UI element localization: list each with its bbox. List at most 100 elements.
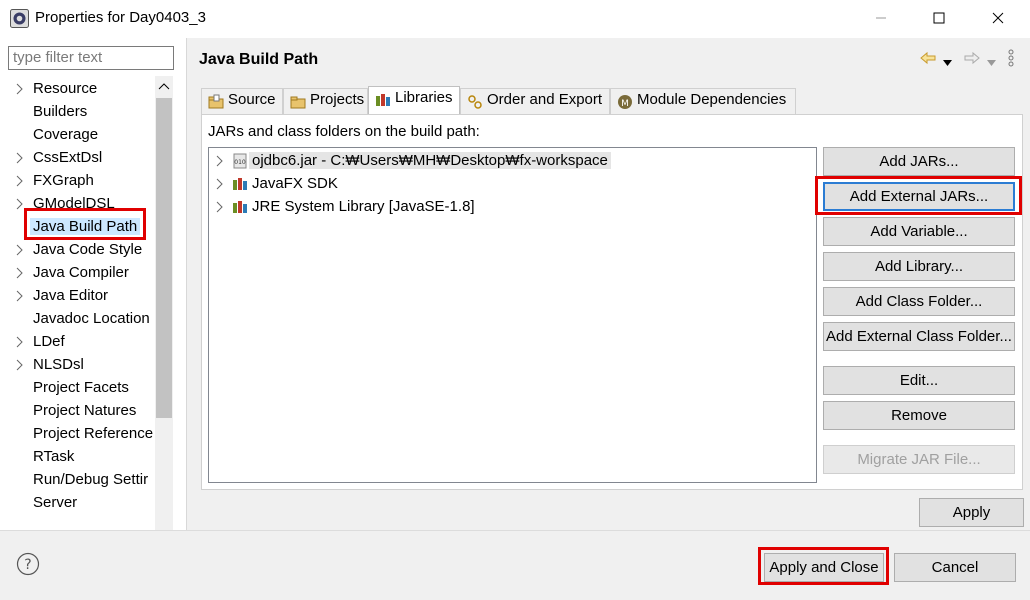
sidebar-item-label: Run/Debug Settir: [33, 471, 149, 488]
add-library-button[interactable]: Add Library...: [823, 252, 1015, 281]
sidebar-item-ldef[interactable]: LDef: [8, 331, 155, 354]
library-item-jre-system-library[interactable]: JRE System Library [JavaSE-1.8]: [209, 196, 809, 218]
cancel-button[interactable]: Cancel: [894, 553, 1016, 582]
property-page-tree: Resource Builders Coverage CssExtDsl FXG…: [8, 76, 155, 508]
sidebar-item-java-code-style[interactable]: Java Code Style: [8, 239, 155, 262]
apply-and-close-button[interactable]: Apply and Close: [764, 553, 884, 582]
sidebar-item-project-reference[interactable]: Project Reference: [8, 423, 155, 446]
sidebar-item-project-facets[interactable]: Project Facets: [8, 377, 155, 400]
chevron-right-icon[interactable]: [14, 358, 26, 372]
sidebar-item-nlsdsl[interactable]: NLSDsl: [8, 354, 155, 377]
tab-module-dependencies[interactable]: M Module Dependencies: [610, 88, 796, 114]
libraries-panel: JARs and class folders on the build path…: [201, 114, 1023, 490]
tab-label: Order and Export: [487, 91, 603, 108]
svg-text:?: ?: [24, 557, 31, 573]
back-dropdown-icon[interactable]: [943, 54, 953, 71]
sidebar-vertical-scrollbar[interactable]: [155, 76, 173, 546]
sidebar-item-label: Java Compiler: [33, 264, 129, 281]
close-button[interactable]: [975, 0, 1021, 38]
tab-label: Source: [228, 91, 276, 108]
chevron-right-icon[interactable]: [14, 174, 26, 188]
sidebar-item-fxgraph[interactable]: FXGraph: [8, 170, 155, 193]
maximize-button[interactable]: [916, 0, 962, 38]
chevron-up-icon[interactable]: [156, 78, 172, 94]
add-jars-button[interactable]: Add JARs...: [823, 147, 1015, 176]
sidebar-item-label: Server: [33, 494, 78, 508]
chevron-right-icon[interactable]: [14, 243, 26, 257]
sidebar-item-label: Javadoc Location: [33, 310, 150, 327]
sidebar: type filter text Resource Builders Cover…: [0, 38, 186, 568]
minimize-button[interactable]: [858, 0, 904, 38]
remove-button[interactable]: Remove: [823, 401, 1015, 430]
add-external-class-folder-button[interactable]: Add External Class Folder...: [823, 322, 1015, 351]
sidebar-item-coverage[interactable]: Coverage: [8, 124, 155, 147]
sidebar-item-gmodeldsl[interactable]: GModelDSL: [8, 193, 155, 216]
sidebar-item-label: Project Facets: [33, 379, 129, 396]
sidebar-item-label: Coverage: [33, 126, 99, 143]
sidebar-item-run-debug-settings[interactable]: Run/Debug Settir: [8, 469, 155, 492]
svg-text:010: 010: [234, 159, 246, 166]
library-item-label: ojdbc6.jar - C:₩Users₩MH₩Desktop₩fx-work…: [249, 152, 611, 169]
library-item-ojdbc6[interactable]: 010 ojdbc6.jar - C:₩Users₩MH₩Desktop₩fx-…: [209, 150, 809, 172]
window-title: Properties for Day0403_3: [35, 9, 206, 26]
order-export-icon: [467, 94, 483, 110]
chevron-right-icon[interactable]: [14, 197, 26, 211]
tab-order-and-export[interactable]: Order and Export: [460, 88, 610, 114]
edit-button[interactable]: Edit...: [823, 366, 1015, 395]
sidebar-item-cssextdsl[interactable]: CssExtDsl: [8, 147, 155, 170]
library-item-label: JRE System Library [JavaSE-1.8]: [252, 198, 475, 215]
add-variable-button[interactable]: Add Variable...: [823, 217, 1015, 246]
chevron-right-icon[interactable]: [14, 151, 26, 165]
panel-label: JARs and class folders on the build path…: [208, 123, 480, 140]
sidebar-item-project-natures[interactable]: Project Natures: [8, 400, 155, 423]
svg-text:M: M: [621, 99, 629, 109]
sidebar-item-label: Builders: [33, 103, 88, 120]
apply-button[interactable]: Apply: [919, 498, 1024, 527]
title-bar: Properties for Day0403_3: [0, 0, 1030, 38]
tab-libraries[interactable]: Libraries: [368, 86, 460, 115]
scrollbar-thumb[interactable]: [156, 98, 172, 418]
migrate-jar-button[interactable]: Migrate JAR File...: [823, 445, 1015, 474]
sidebar-item-label: GModelDSL: [33, 195, 115, 212]
sidebar-item-rtask[interactable]: RTask: [8, 446, 155, 469]
sidebar-item-label: Java Editor: [33, 287, 109, 304]
tab-source[interactable]: Source: [201, 88, 283, 114]
chevron-right-icon[interactable]: [14, 289, 26, 303]
chevron-right-icon[interactable]: [14, 82, 26, 96]
tab-projects[interactable]: Projects: [283, 88, 368, 114]
chevron-right-icon[interactable]: [215, 154, 225, 168]
view-menu-icon[interactable]: [1007, 48, 1015, 72]
source-folder-icon: [208, 94, 224, 110]
dialog-footer: ? Apply and Close Cancel: [0, 530, 1030, 600]
sidebar-item-resource[interactable]: Resource: [8, 78, 155, 101]
sidebar-item-label: RTask: [33, 448, 75, 465]
tab-label: Module Dependencies: [637, 91, 787, 108]
back-arrow-icon[interactable]: [919, 50, 937, 70]
libraries-tree[interactable]: 010 ojdbc6.jar - C:₩Users₩MH₩Desktop₩fx-…: [208, 147, 817, 483]
sidebar-item-label: Project Natures: [33, 402, 137, 419]
chevron-right-icon[interactable]: [215, 200, 225, 214]
tab-label: Libraries: [395, 89, 453, 106]
chevron-right-icon[interactable]: [14, 266, 26, 280]
help-icon[interactable]: ?: [16, 552, 40, 576]
sidebar-item-java-compiler[interactable]: Java Compiler: [8, 262, 155, 285]
eclipse-gear-icon: [10, 9, 29, 28]
sidebar-item-javadoc-location[interactable]: Javadoc Location: [8, 308, 155, 331]
sidebar-item-java-build-path[interactable]: Java Build Path: [8, 216, 155, 239]
filter-input[interactable]: type filter text: [8, 46, 174, 70]
chevron-right-icon[interactable]: [14, 335, 26, 349]
module-icon: M: [617, 94, 633, 110]
sidebar-item-java-editor[interactable]: Java Editor: [8, 285, 155, 308]
sidebar-item-server[interactable]: Server: [8, 492, 155, 508]
page-title: Java Build Path: [199, 51, 319, 68]
forward-dropdown-icon[interactable]: [987, 54, 997, 71]
forward-arrow-icon[interactable]: [963, 50, 981, 70]
sidebar-item-label: Resource: [33, 80, 98, 97]
library-item-javafx-sdk[interactable]: JavaFX SDK: [209, 173, 809, 195]
chevron-right-icon[interactable]: [215, 177, 225, 191]
add-external-jars-button[interactable]: Add External JARs...: [823, 182, 1015, 211]
add-class-folder-button[interactable]: Add Class Folder...: [823, 287, 1015, 316]
library-item-label: JavaFX SDK: [252, 175, 338, 192]
close-icon: [992, 11, 1004, 28]
sidebar-item-builders[interactable]: Builders: [8, 101, 155, 124]
